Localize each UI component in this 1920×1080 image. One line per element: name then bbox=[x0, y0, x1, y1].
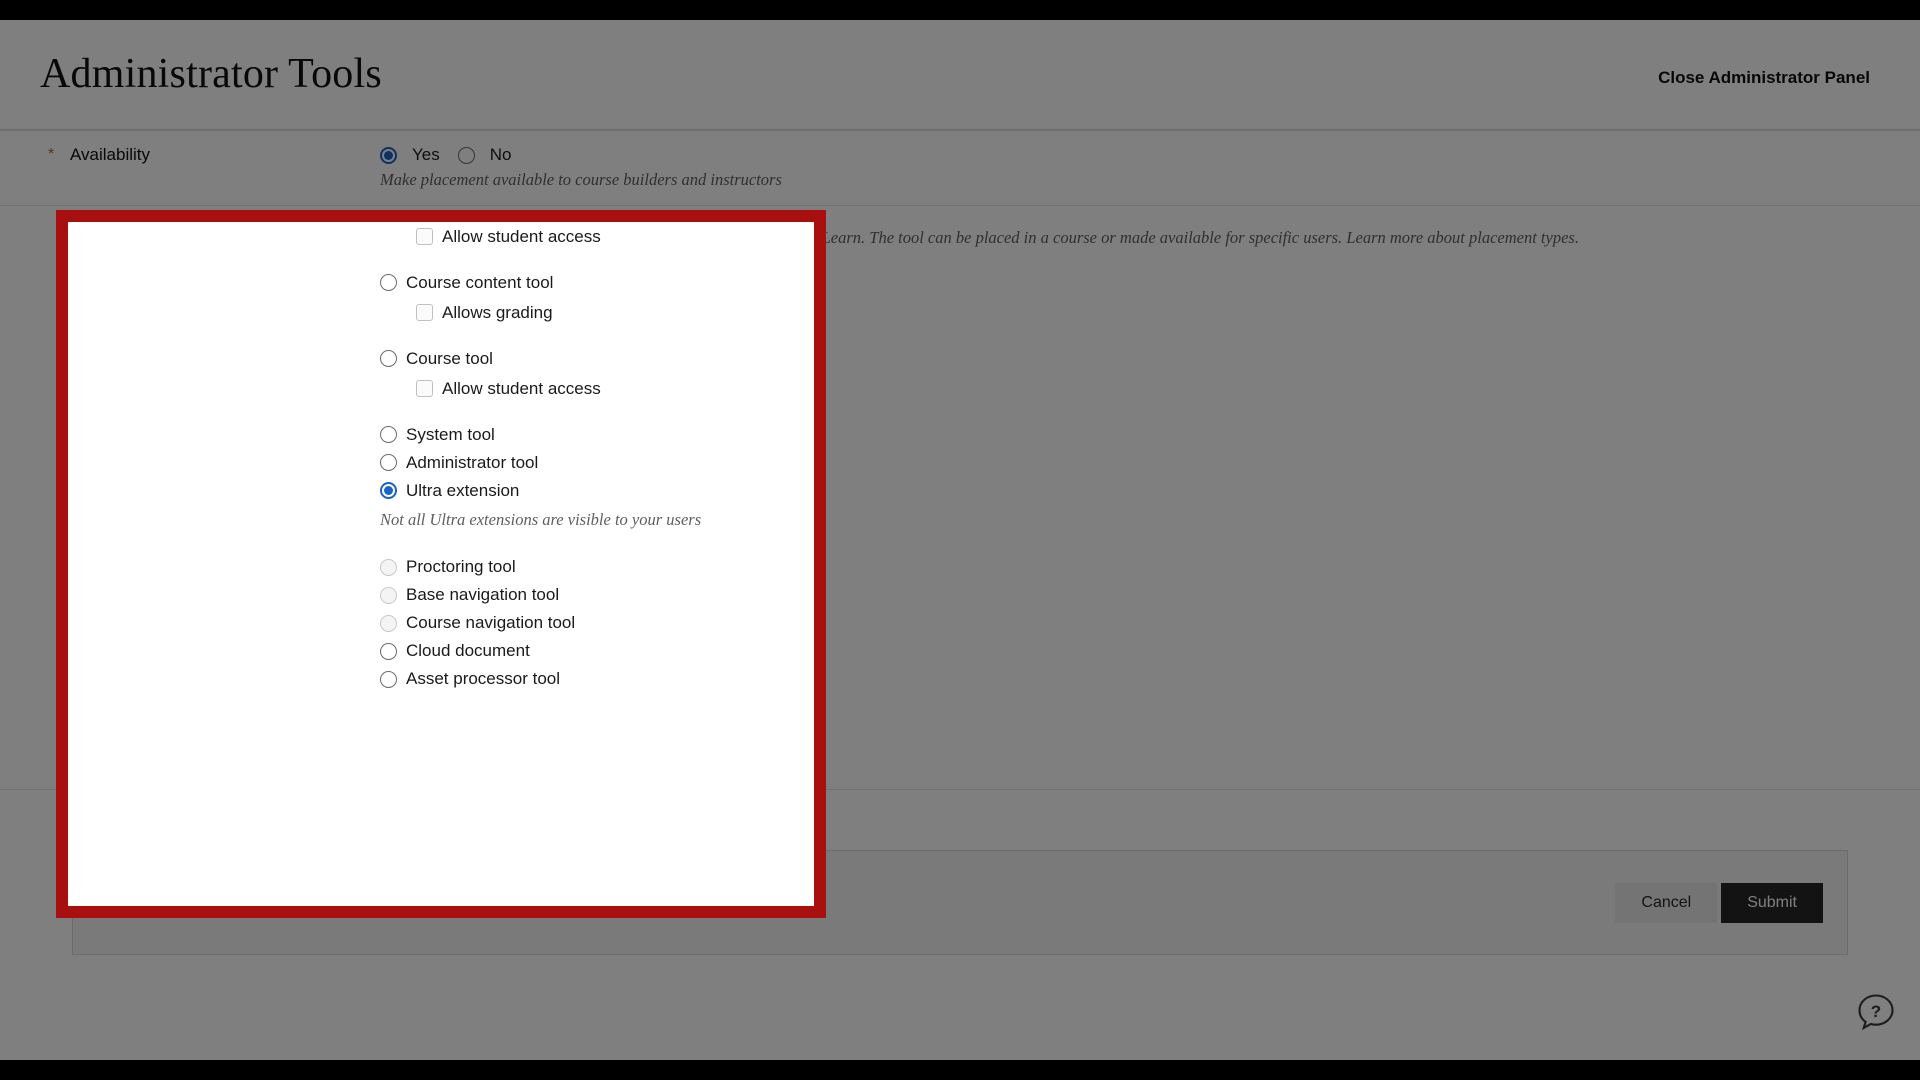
radio-asset-processor-tool-label-revealed: Asset processor tool bbox=[406, 669, 561, 689]
checkbox-allow-student-access-deep-linking-label-revealed: Allow student access bbox=[442, 226, 601, 246]
availability-radio-no-label: No bbox=[489, 145, 512, 164]
radio-base-navigation-tool-label-revealed: Base navigation tool bbox=[406, 585, 560, 605]
radio-course-navigation-tool-label-revealed: Course navigation tool bbox=[406, 613, 576, 633]
type-group-deep-linking-revealed: Deep Linking content tool Allow student … bbox=[380, 222, 814, 247]
checkbox-allow-student-access-course-tool-label-revealed: Allow student access bbox=[442, 378, 601, 398]
cancel-button[interactable]: Cancel bbox=[1615, 882, 1718, 923]
type-suboption-allow-student-access-deep-linking-revealed[interactable]: Allow student access bbox=[416, 227, 814, 247]
highlight-revealed-region: Type Placement Type determines where thi… bbox=[68, 222, 814, 906]
checkbox-allows-grading-label-revealed: Allows grading bbox=[442, 302, 553, 322]
type-group-course-content-revealed: Course content tool Allows grading bbox=[380, 273, 814, 323]
type-option-course-content-tool-revealed[interactable]: Course content tool bbox=[380, 273, 814, 293]
radio-ultra-extension-label-revealed: Ultra extension bbox=[406, 480, 520, 500]
type-option-proctoring-tool-revealed[interactable]: Proctoring tool bbox=[380, 557, 814, 577]
type-suboption-allow-student-access-course-tool-revealed[interactable]: Allow student access bbox=[416, 379, 814, 399]
radio-course-tool-label-revealed: Course tool bbox=[406, 348, 493, 368]
availability-label: Availability bbox=[70, 145, 151, 164]
availability-radio-yes-label: Yes bbox=[412, 145, 440, 164]
radio-course-content-tool-label-revealed: Course content tool bbox=[406, 272, 554, 292]
type-option-course-tool-revealed[interactable]: Course tool bbox=[380, 349, 814, 369]
type-option-course-navigation-tool-revealed[interactable]: Course navigation tool bbox=[380, 613, 814, 633]
radio-asset-processor-tool-revealed[interactable] bbox=[380, 670, 397, 688]
checkbox-allow-student-access-deep-linking-revealed[interactable] bbox=[416, 228, 433, 246]
radio-course-content-tool-revealed[interactable] bbox=[380, 274, 397, 292]
availability-control: Yes No Make placement available to cours… bbox=[300, 145, 1920, 191]
radio-course-navigation-tool-revealed[interactable] bbox=[380, 614, 397, 632]
form-row-availability: * Availability Yes No Make placement ava… bbox=[0, 130, 1920, 205]
availability-hint: Make placement available to course build… bbox=[380, 170, 782, 189]
type-option-asset-processor-tool-revealed[interactable]: Asset processor tool bbox=[380, 669, 814, 689]
type-label-cell-revealed: Type bbox=[68, 222, 300, 689]
checkbox-allows-grading-revealed[interactable] bbox=[416, 304, 433, 322]
radio-base-navigation-tool-revealed[interactable] bbox=[380, 586, 397, 604]
availability-radio-yes[interactable] bbox=[380, 146, 397, 164]
type-group-bottom-revealed: Proctoring tool Base navigation tool Cou… bbox=[380, 557, 814, 689]
submit-actions: Cancel Submit bbox=[1615, 882, 1823, 923]
ultra-extension-hint-revealed: Not all Ultra extensions are visible to … bbox=[380, 509, 702, 529]
type-suboption-allows-grading-revealed[interactable]: Allows grading bbox=[416, 303, 814, 323]
type-group-course-tool-revealed: Course tool Allow student access bbox=[380, 349, 814, 399]
radio-administrator-tool-revealed[interactable] bbox=[380, 454, 397, 472]
radio-ultra-extension-revealed[interactable] bbox=[380, 482, 397, 500]
form-row-type-revealed: Type Placement Type determines where thi… bbox=[68, 222, 814, 713]
checkbox-allow-student-access-course-tool-revealed[interactable] bbox=[416, 380, 433, 398]
required-asterisk: * bbox=[48, 146, 55, 163]
close-administrator-panel-link[interactable]: Close Administrator Panel bbox=[1658, 68, 1870, 88]
radio-cloud-document-label-revealed: Cloud document bbox=[406, 641, 530, 661]
radio-proctoring-tool-revealed[interactable] bbox=[380, 558, 397, 576]
svg-text:?: ? bbox=[1871, 1002, 1881, 1021]
highlight-revealed-content: Type Placement Type determines where thi… bbox=[68, 222, 814, 713]
availability-radio-group: Yes No bbox=[380, 145, 1920, 165]
page-header: Administrator Tools Close Administrator … bbox=[0, 20, 1920, 130]
learn-more-placement-types-link[interactable]: Learn more about placement types. bbox=[1346, 228, 1579, 247]
screen-root: Administrator Tools Close Administrator … bbox=[0, 0, 1920, 1080]
type-option-base-navigation-tool-revealed[interactable]: Base navigation tool bbox=[380, 585, 814, 605]
help-speech-bubble-icon[interactable]: ? bbox=[1856, 992, 1896, 1032]
letterbox-bottom bbox=[0, 1060, 1920, 1080]
type-control-revealed: Placement Type determines where this too… bbox=[300, 222, 814, 689]
radio-administrator-tool-label-revealed: Administrator tool bbox=[406, 452, 539, 472]
page-title: Administrator Tools bbox=[40, 51, 382, 97]
submit-button[interactable]: Submit bbox=[1721, 882, 1823, 923]
letterbox-top bbox=[0, 0, 1920, 20]
type-option-administrator-tool-revealed[interactable]: Administrator tool bbox=[380, 453, 814, 473]
radio-system-tool-label-revealed: System tool bbox=[406, 424, 495, 444]
type-option-system-tool-revealed[interactable]: System tool bbox=[380, 425, 814, 445]
radio-proctoring-tool-label-revealed: Proctoring tool bbox=[406, 557, 516, 577]
type-group-middle-revealed: System tool Administrator tool Ultra ext… bbox=[380, 425, 814, 531]
radio-system-tool-revealed[interactable] bbox=[380, 426, 397, 444]
radio-cloud-document-revealed[interactable] bbox=[380, 642, 397, 660]
type-option-ultra-extension-revealed[interactable]: Ultra extension bbox=[380, 481, 814, 501]
availability-radio-no[interactable] bbox=[457, 146, 475, 164]
type-option-cloud-document-revealed[interactable]: Cloud document bbox=[380, 641, 814, 661]
radio-course-tool-revealed[interactable] bbox=[380, 350, 397, 368]
availability-label-cell: * Availability bbox=[0, 145, 300, 191]
